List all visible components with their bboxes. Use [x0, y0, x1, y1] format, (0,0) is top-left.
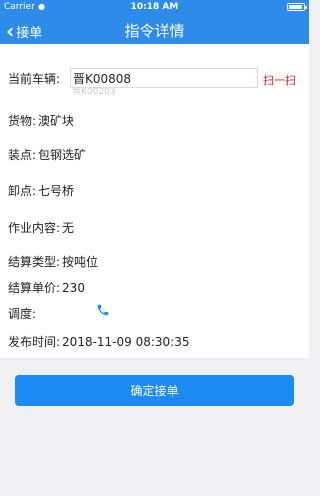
- loading-value: 包钢选矿: [38, 148, 87, 162]
- unloading-row: 卸点: 七号桥: [8, 182, 74, 199]
- loading-label: 装点:: [8, 148, 37, 162]
- unloading-value: 七号桥: [38, 184, 75, 198]
- vehicle-value: 晋K00808: [73, 71, 132, 86]
- vehicle-row: 当前车辆:: [8, 70, 60, 87]
- confirm-order-button[interactable]: 确定接单: [15, 375, 294, 406]
- battery-icon: [287, 3, 307, 11]
- cargo-label: 货物:: [8, 114, 37, 128]
- unit-price-row: 结算单价: 230: [8, 279, 85, 296]
- navigation-bar: Carrier ● 10:18 AM ‹ 接单 指令详情: [0, 0, 309, 44]
- status-bar: Carrier ● 10:18 AM: [0, 0, 309, 14]
- page-title: 指令详情: [124, 22, 185, 40]
- vehicle-suggestion[interactable]: 晋K00203: [72, 88, 116, 94]
- loading-row: 装点: 包钢选矿: [8, 146, 86, 163]
- scan-button[interactable]: 扫一扫: [263, 72, 296, 88]
- work-row: 作业内容: 无: [8, 219, 74, 236]
- vehicle-input[interactable]: 晋K00808: [70, 68, 258, 88]
- unloading-label: 卸点:: [8, 184, 37, 198]
- phone-icon[interactable]: [96, 303, 110, 317]
- dispatch-row: 调度:: [8, 305, 36, 322]
- settle-type-label: 结算类型:: [8, 255, 61, 269]
- settle-type-row: 结算类型: 按吨位: [8, 253, 98, 270]
- status-time: 10:18 AM: [130, 2, 179, 12]
- cargo-value: 澳矿块: [38, 114, 75, 128]
- publish-time-row: 发布时间: 2018-11-09 08:30:35: [8, 333, 190, 350]
- cargo-row: 货物: 澳矿块: [8, 112, 74, 129]
- work-value: 无: [62, 221, 75, 235]
- unit-price-label: 结算单价:: [8, 281, 61, 295]
- publish-time-value: 2018-11-09 08:30:35: [62, 334, 190, 349]
- detail-card: 当前车辆: 晋K00808 晋K00203 扫一扫 货物: 澳矿块 装点: 包钢…: [0, 44, 309, 358]
- work-label: 作业内容:: [8, 221, 61, 235]
- publish-time-label: 发布时间:: [8, 335, 61, 349]
- vehicle-label: 当前车辆:: [8, 72, 61, 86]
- settle-type-value: 按吨位: [62, 255, 99, 269]
- dispatch-label: 调度:: [8, 307, 37, 321]
- unit-price-value: 230: [62, 280, 85, 295]
